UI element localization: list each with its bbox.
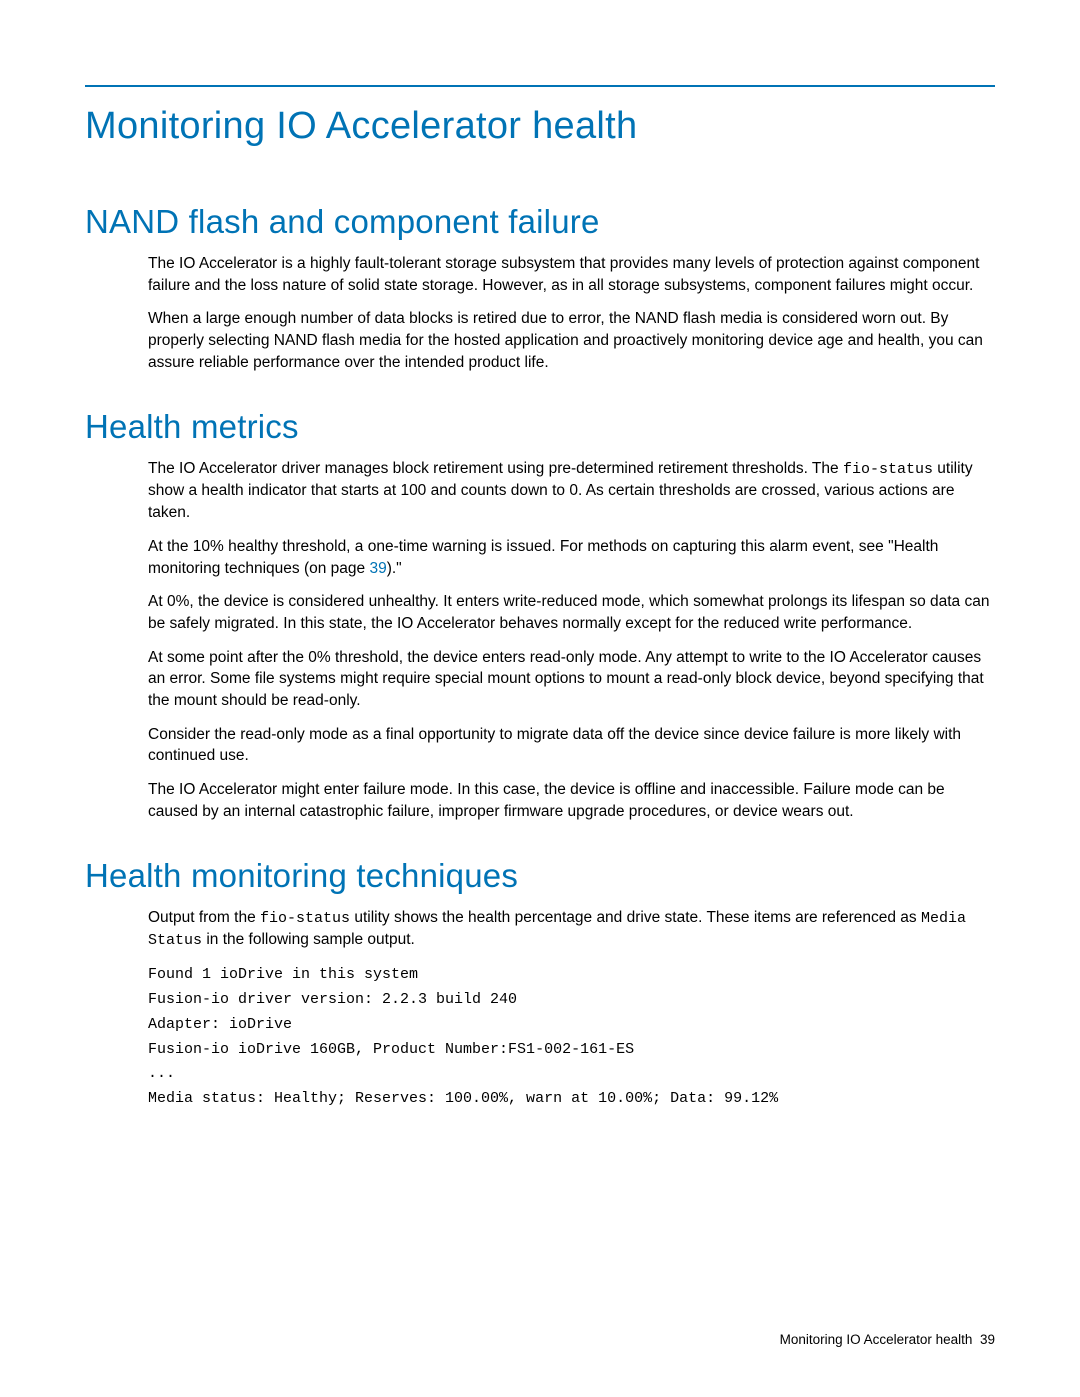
paragraph: The IO Accelerator driver manages block … [148,458,995,523]
text-span: in the following sample output. [202,931,415,948]
code-inline: fio-status [260,910,350,927]
paragraph: Consider the read-only mode as a final o… [148,724,995,767]
text-span: Output from the [148,909,260,926]
section-body-metrics: The IO Accelerator driver manages block … [148,458,995,822]
section-heading-metrics: Health metrics [85,408,995,446]
page-link[interactable]: 39 [369,560,386,577]
footer-title: Monitoring IO Accelerator health [780,1332,973,1347]
text-span: The IO Accelerator driver manages block … [148,460,843,477]
page-title: Monitoring IO Accelerator health [85,105,995,148]
paragraph: The IO Accelerator is a highly fault-tol… [148,253,995,296]
footer-page-number: 39 [980,1332,995,1347]
section-body-nand: The IO Accelerator is a highly fault-tol… [148,253,995,373]
footer: Monitoring IO Accelerator health 39 [780,1332,995,1347]
paragraph: When a large enough number of data block… [148,308,995,373]
section-body-techniques: Output from the fio-status utility shows… [148,907,995,951]
paragraph: At some point after the 0% threshold, th… [148,647,995,712]
section-heading-techniques: Health monitoring techniques [85,857,995,895]
paragraph: At the 10% healthy threshold, a one-time… [148,536,995,579]
code-block: Found 1 ioDrive in this system Fusion-io… [148,963,995,1112]
text-span: utility shows the health percentage and … [350,909,921,926]
paragraph: Output from the fio-status utility shows… [148,907,995,951]
top-rule [85,85,995,87]
text-span: At the 10% healthy threshold, a one-time… [148,538,938,577]
code-inline: fio-status [843,461,933,478]
section-heading-nand: NAND flash and component failure [85,203,995,241]
paragraph: The IO Accelerator might enter failure m… [148,779,995,822]
text-span: )." [387,560,402,577]
paragraph: At 0%, the device is considered unhealth… [148,591,995,634]
